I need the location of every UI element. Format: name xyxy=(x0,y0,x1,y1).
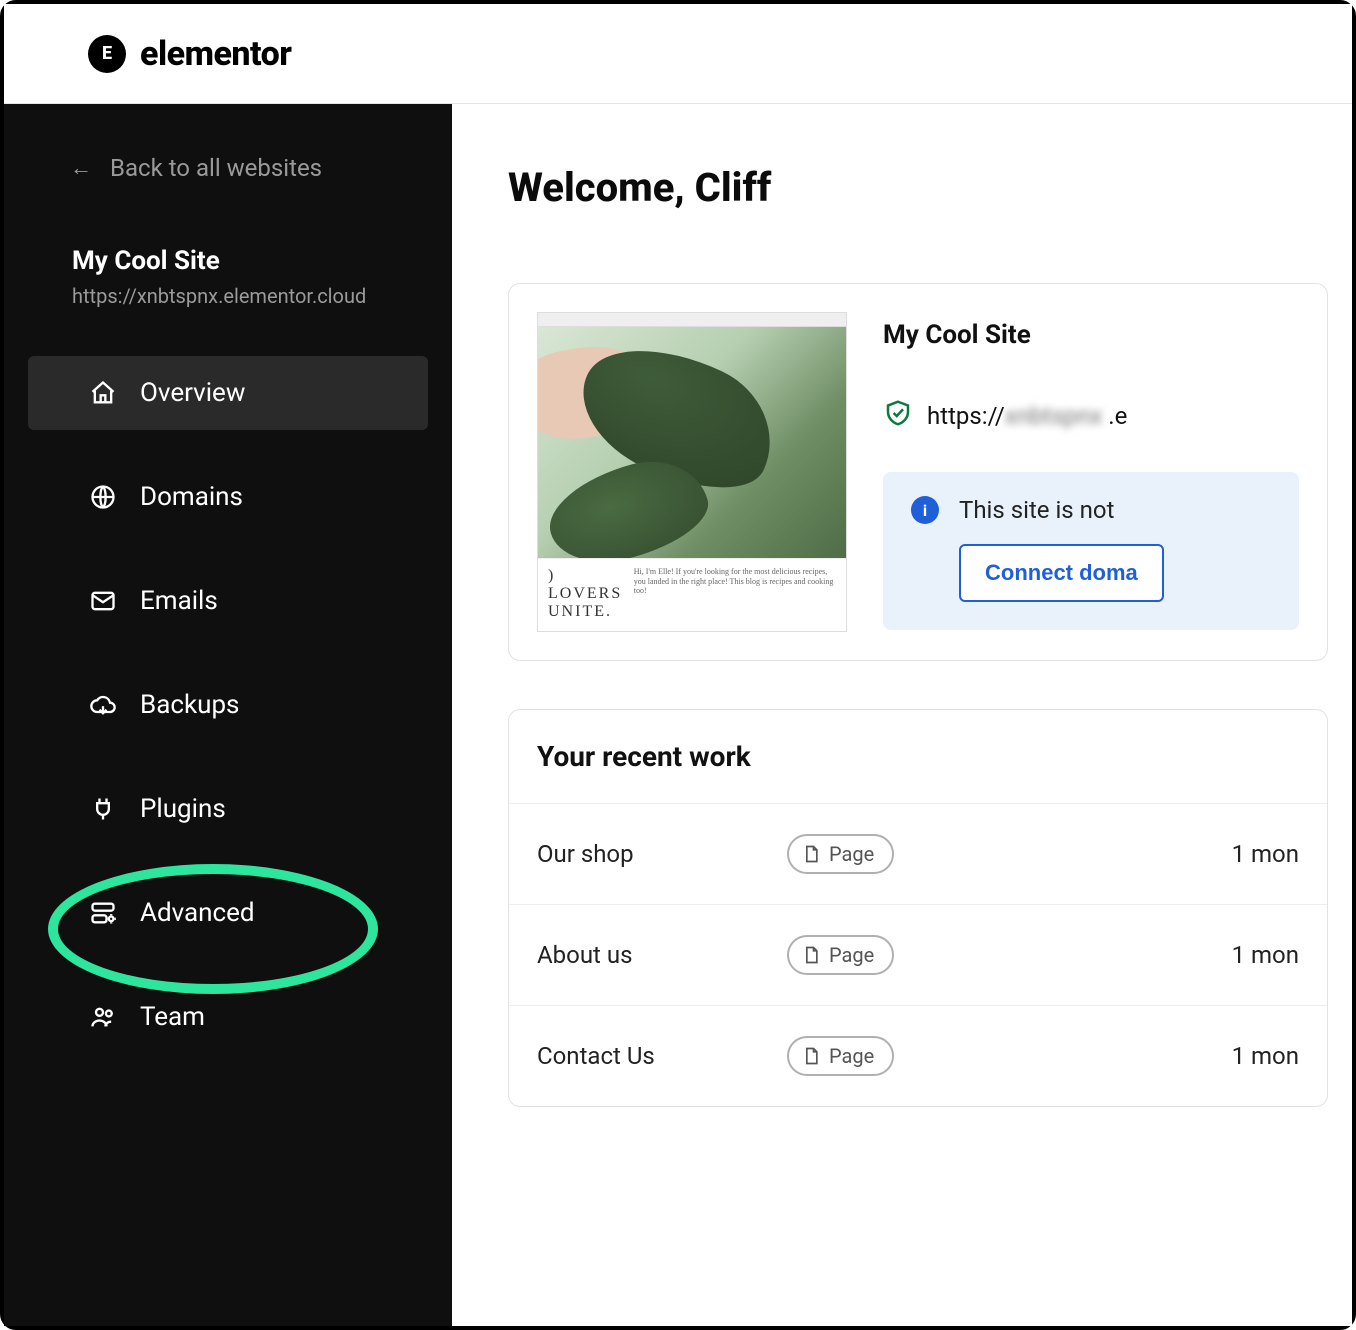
sidebar-site-url: https://xnbtspnx.elementor.cloud xyxy=(72,284,428,308)
sidebar-item-backups[interactable]: Backups xyxy=(28,668,428,742)
page-icon xyxy=(801,945,821,965)
pill-label: Page xyxy=(829,1044,874,1068)
type-pill: Page xyxy=(787,1036,894,1076)
recent-item-date: 1 mon xyxy=(1232,941,1299,969)
recent-work-card: Your recent work Our shop Page 1 mon Abo… xyxy=(508,709,1328,1107)
sidebar-item-emails[interactable]: Emails xyxy=(28,564,428,638)
site-thumbnail[interactable]: ) LOVERS UNITE. Hi, I'm Elle! If you're … xyxy=(537,312,847,632)
arrow-left-icon: ← xyxy=(70,155,92,181)
brand[interactable]: E elementor xyxy=(88,34,291,74)
recent-row[interactable]: About us Page 1 mon xyxy=(509,905,1327,1006)
sidebar-site-title: My Cool Site xyxy=(72,246,428,276)
thumbnail-caption: ) LOVERS UNITE. Hi, I'm Elle! If you're … xyxy=(538,558,846,631)
sidebar-item-advanced[interactable]: Advanced xyxy=(28,876,428,950)
page-icon xyxy=(801,844,821,864)
connect-domain-button[interactable]: Connect doma xyxy=(959,544,1164,602)
sidebar-item-label: Backups xyxy=(140,690,239,720)
thumbnail-caption-main: ) LOVERS UNITE. xyxy=(548,567,626,621)
site-url-text: https://xnbtspnx .e xyxy=(927,402,1127,430)
welcome-heading: Welcome, Cliff xyxy=(508,164,1352,211)
type-pill: Page xyxy=(787,834,894,874)
sidebar-item-overview[interactable]: Overview xyxy=(28,356,428,430)
pill-label: Page xyxy=(829,943,874,967)
globe-icon xyxy=(88,482,118,512)
info-icon: i xyxy=(911,496,939,524)
recent-item-date: 1 mon xyxy=(1232,840,1299,868)
users-icon xyxy=(88,1002,118,1032)
main-content: Welcome, Cliff ) LOVERS UNITE. Hi, I'm E… xyxy=(452,104,1352,1326)
sidebar-item-label: Advanced xyxy=(140,898,255,928)
sidebar-item-plugins[interactable]: Plugins xyxy=(28,772,428,846)
site-block: My Cool Site https://xnbtspnx.elementor.… xyxy=(28,246,428,308)
plug-icon xyxy=(88,794,118,824)
type-pill: Page xyxy=(787,935,894,975)
recent-item-date: 1 mon xyxy=(1232,1042,1299,1070)
site-summary-card: ) LOVERS UNITE. Hi, I'm Elle! If you're … xyxy=(508,283,1328,661)
sidebar-nav: Overview Domains Emails Backups xyxy=(28,356,428,1054)
notice-text: This site is not xyxy=(959,496,1114,524)
recent-row[interactable]: Our shop Page 1 mon xyxy=(509,804,1327,905)
sidebar-item-team[interactable]: Team xyxy=(28,980,428,1054)
site-info: My Cool Site https://xnbtspnx .e i This … xyxy=(883,312,1299,632)
brand-logo-icon: E xyxy=(88,35,126,73)
sidebar-item-label: Domains xyxy=(140,482,243,512)
recent-row[interactable]: Contact Us Page 1 mon xyxy=(509,1006,1327,1106)
site-info-title: My Cool Site xyxy=(883,320,1299,350)
sidebar-item-domains[interactable]: Domains xyxy=(28,460,428,534)
recent-item-name: Our shop xyxy=(537,840,767,868)
sidebar-item-label: Team xyxy=(140,1002,205,1032)
sidebar-item-label: Plugins xyxy=(140,794,226,824)
thumbnail-browser-bar xyxy=(538,313,846,327)
topbar: E elementor xyxy=(4,4,1352,104)
sidebar-item-label: Emails xyxy=(140,586,218,616)
back-label: Back to all websites xyxy=(110,154,322,182)
pill-label: Page xyxy=(829,842,874,866)
site-url-row[interactable]: https://xnbtspnx .e xyxy=(883,398,1299,434)
recent-item-name: Contact Us xyxy=(537,1042,767,1070)
thumbnail-caption-sub: Hi, I'm Elle! If you're looking for the … xyxy=(634,567,836,596)
brand-name: elementor xyxy=(140,34,291,74)
cloud-icon xyxy=(88,690,118,720)
recent-work-heading: Your recent work xyxy=(509,710,1327,804)
shield-check-icon xyxy=(883,398,913,434)
domain-notice: i This site is not Connect doma xyxy=(883,472,1299,630)
server-gear-icon xyxy=(88,898,118,928)
back-to-websites-link[interactable]: ← Back to all websites xyxy=(28,154,428,182)
recent-item-name: About us xyxy=(537,941,767,969)
sidebar: ← Back to all websites My Cool Site http… xyxy=(4,104,452,1326)
thumbnail-image xyxy=(538,327,846,558)
home-icon xyxy=(88,378,118,408)
sidebar-item-label: Overview xyxy=(140,378,245,408)
page-icon xyxy=(801,1046,821,1066)
mail-icon xyxy=(88,586,118,616)
